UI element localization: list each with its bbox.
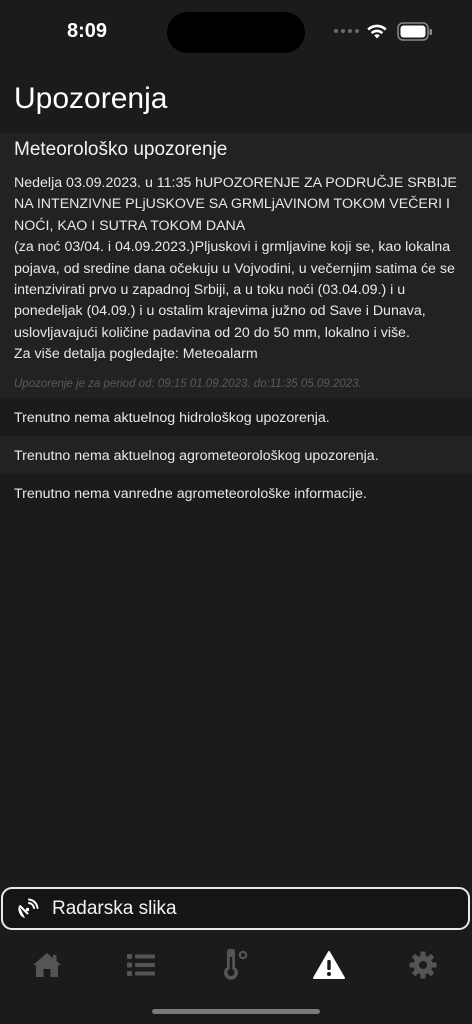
tab-bar [0,935,472,995]
hydro-warning-row: Trenutno nema aktuelnog hidrološkog upoz… [14,409,330,426]
tab-temperature[interactable] [216,947,252,983]
warnings-list: Meteorološko upozorenje Nedelja 03.09.20… [0,133,472,512]
meteo-warning-period: Upozorenje je za period od: 09:15 01.09.… [14,377,362,390]
battery-icon [397,22,432,41]
meteo-warning-card[interactable]: Meteorološko upozorenje Nedelja 03.09.20… [0,133,472,398]
wifi-icon [367,24,387,39]
status-time: 8:09 [67,20,108,42]
tab-settings[interactable] [405,947,441,983]
agrometeo-warning-row: Trenutno nema aktuelnog agrometeorološko… [0,435,472,474]
meteo-warning-body: Nedelja 03.09.2023. u 11:35 hUPOZORENJE … [14,175,457,363]
page-title: Upozorenja [14,82,168,115]
list-icon [127,954,155,976]
meteo-warning-title: Meteorološko upozorenje [14,139,228,160]
gear-icon [409,951,437,979]
tab-home[interactable] [29,947,65,983]
radar-button[interactable]: Radarska slika [1,887,470,930]
agrometeo-info-row: Trenutno nema vanredne agrometeorološke … [14,485,367,502]
dynamic-island [167,12,305,53]
thermometer-icon [224,949,248,980]
cellular-signal-icon [334,29,359,33]
tab-list[interactable] [123,947,159,983]
tab-warnings[interactable] [311,947,347,983]
status-bar: 8:09 [0,0,472,64]
home-indicator [152,1009,320,1014]
warning-icon [313,951,345,979]
home-icon [33,953,61,977]
radar-label: Radarska slika [52,898,177,919]
satellite-dish-icon [18,898,39,918]
